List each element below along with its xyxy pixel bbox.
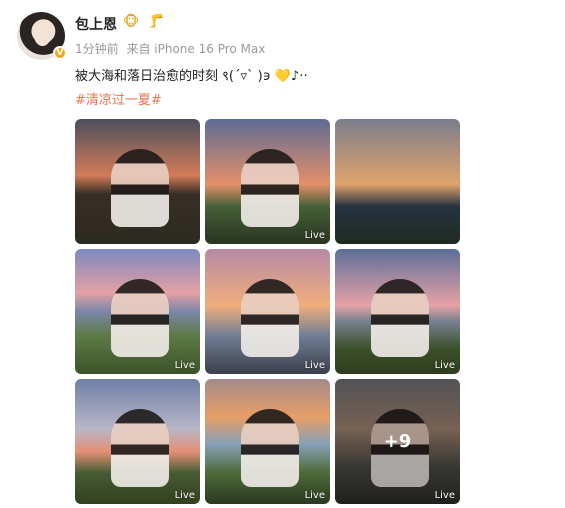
photo-tile-6[interactable]: Live <box>335 249 460 374</box>
photo-tile-4[interactable]: Live <box>75 249 200 374</box>
post-meta: 1分钟前 来自 iPhone 16 Pro Max <box>75 40 269 57</box>
photo-tile-3[interactable] <box>335 119 460 244</box>
live-label: Live <box>304 360 325 371</box>
photo-subject <box>111 409 169 487</box>
verified-badge-icon: V <box>53 46 67 60</box>
photo-tile-5[interactable]: Live <box>205 249 330 374</box>
hashtag-link[interactable]: #清凉过一夏# <box>75 89 162 108</box>
post-text: 被大海和落日治愈的时刻 ९(´▿` )϶ 💛♪‧‧ <box>75 65 308 84</box>
photo-subject <box>241 409 299 487</box>
monkey-badge-icon[interactable]: 🐵 <box>123 14 139 30</box>
yellow-heart-icon: 💛 <box>274 69 292 84</box>
photo-tile-9[interactable]: +9 Live <box>335 379 460 504</box>
post-source: 来自 iPhone 16 Pro Max <box>126 42 266 56</box>
avatar-face <box>34 25 51 46</box>
photo-tile-8[interactable]: Live <box>205 379 330 504</box>
username-link[interactable]: 包上恩 <box>75 14 117 34</box>
photo-subject <box>111 149 169 227</box>
photo-tile-1[interactable] <box>75 119 200 244</box>
photo-subject <box>371 279 429 357</box>
live-label: Live <box>304 230 325 241</box>
post-text-body: 被大海和落日治愈的时刻 ९(´▿` )϶ <box>75 69 275 84</box>
post-time[interactable]: 1分钟前 <box>75 42 119 56</box>
photo-subject <box>111 279 169 357</box>
post-text-tail: ♪‧‧ <box>291 69 308 84</box>
photo-tile-7[interactable]: Live <box>75 379 200 504</box>
photo-grid: Live Live Live Live Live Live +9 Live <box>75 119 460 504</box>
photo-subject <box>241 149 299 227</box>
live-label: Live <box>304 490 325 501</box>
photo-subject <box>241 279 299 357</box>
more-photos-count[interactable]: +9 <box>335 379 460 504</box>
live-label: Live <box>174 360 195 371</box>
live-label: Live <box>434 360 455 371</box>
live-label: Live <box>434 490 455 501</box>
leg-badge-icon[interactable]: 🦵 <box>148 14 164 29</box>
live-label: Live <box>174 490 195 501</box>
photo-tile-2[interactable]: Live <box>205 119 330 244</box>
